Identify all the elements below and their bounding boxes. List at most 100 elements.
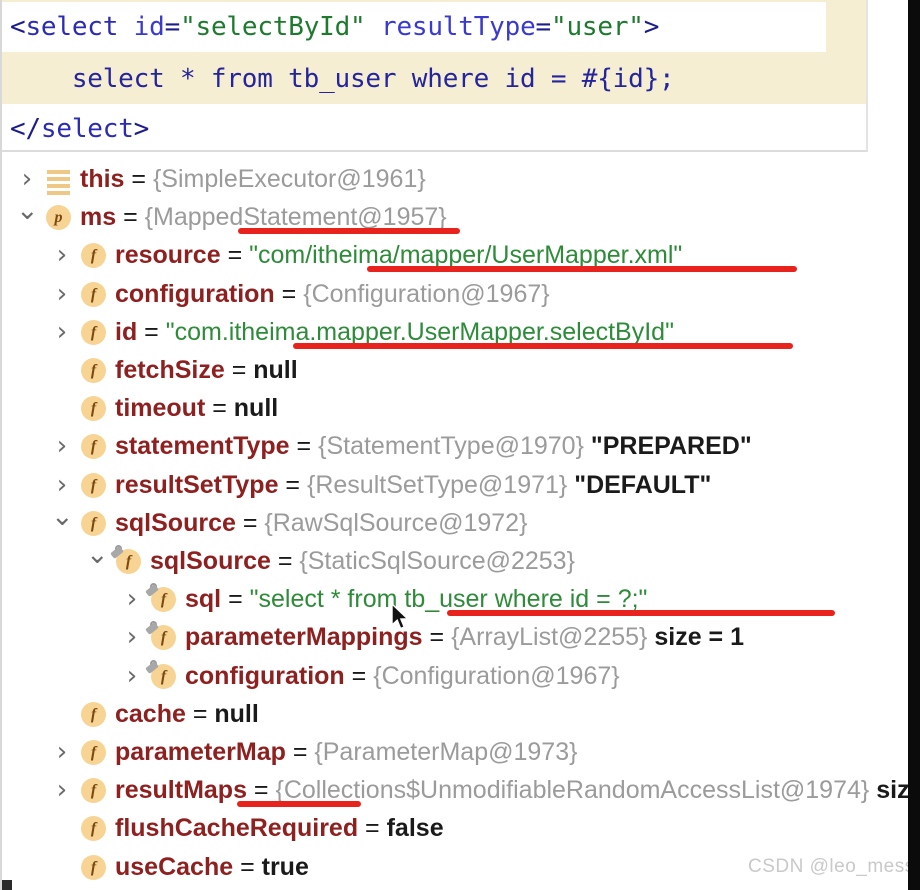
field-icon: f (81, 701, 106, 727)
field-icon: f (81, 816, 106, 842)
tree-row[interactable]: › f configuration = {Configuration@1967} (4, 275, 908, 313)
field-icon: f (81, 434, 106, 460)
variable-name: timeout (115, 394, 206, 423)
variable-value: true (261, 852, 309, 881)
tree-row[interactable]: f cache = null (4, 695, 908, 733)
tree-row[interactable]: › f parameterMappings = {ArrayList@2255} s… (4, 618, 908, 656)
tree-row-label: timeout = null (115, 389, 278, 427)
equals-sign: = (205, 394, 234, 423)
chevron-right-icon[interactable]: › (16, 160, 38, 198)
chevron-right-icon[interactable]: › (121, 618, 143, 656)
variable-type: {ArrayList@2255} (451, 623, 648, 652)
equals-sign: = (289, 432, 319, 461)
code-token-punct: < (10, 12, 26, 42)
field-icon: f (81, 778, 106, 804)
tree-row[interactable]: › this = {SimpleExecutor@1961} (4, 160, 908, 198)
code-token-punct (118, 12, 133, 42)
csdn-watermark: CSDN @leo_messi94 (748, 856, 920, 877)
variable-name: resultSetType (115, 470, 279, 499)
variable-name: resource (115, 241, 221, 270)
equals-sign: = (224, 356, 254, 384)
tree-row[interactable]: › f resource = "com/itheima/mapper/UserMap… (4, 236, 908, 274)
tree-row[interactable]: f timeout = null (4, 389, 908, 427)
red-annotation-underline (238, 228, 460, 235)
red-annotation-underline (293, 342, 793, 349)
tree-row[interactable]: ⌄ p ms = {MappedStatement@1957} (4, 197, 908, 236)
tree-row-label: configuration = {Configuration@1967} (115, 275, 550, 313)
chevron-down-icon[interactable]: ⌄ (16, 197, 39, 236)
tree-row[interactable]: ⌄ f sqlSource = {StaticSqlSource@2253} (4, 541, 908, 580)
variable-name: ms (80, 203, 117, 232)
equals-sign: = (221, 585, 250, 614)
equals-sign: = (344, 661, 374, 690)
equals-sign: = (358, 814, 387, 843)
variable-value: "com/itheima/mapper/UserMapper.xml" (249, 241, 683, 270)
field-icon: f (81, 472, 106, 498)
variable-value: "PREPARED" (590, 432, 752, 461)
lock-badge-icon (145, 621, 159, 636)
code-line-3[interactable]: </select> (10, 104, 149, 150)
code-token-attr: id (133, 12, 165, 42)
chevron-right-icon[interactable]: › (51, 733, 73, 771)
tree-row-label: statementType = {StatementType@1970} "PR… (115, 427, 752, 465)
chevron-right-icon[interactable]: › (51, 427, 73, 465)
tree-row[interactable]: › f resultMaps = {Collections$Unmodifiable… (4, 771, 920, 809)
tree-row[interactable]: › f parameterMap = {ParameterMap@1973} (4, 733, 908, 771)
lock-badge-icon (110, 545, 124, 559)
debugger-variables-tree[interactable]: › this = {SimpleExecutor@1961} ⌄ p ms = {Map… (4, 160, 920, 890)
variable-name: parameterMappings (185, 623, 423, 652)
bottom-left-nub (2, 880, 12, 890)
equals-sign: = (285, 738, 315, 766)
variable-type: {Configuration@1967} (303, 279, 550, 308)
chevron-down-icon[interactable]: ⌄ (51, 503, 74, 542)
equals-sign: = (220, 241, 250, 270)
tree-row[interactable]: › f statementType = {StatementType@1970} "… (4, 427, 908, 465)
equals-sign: = (137, 317, 166, 346)
equals-sign: = (278, 470, 307, 499)
chevron-right-icon[interactable]: › (51, 275, 73, 313)
variable-name: sqlSource (115, 508, 236, 537)
field-icon: f (81, 281, 106, 307)
code-token-punct: </ (10, 114, 41, 144)
tree-row[interactable]: ⌄ f sqlSource = {RawSqlSource@1972} (4, 503, 908, 542)
code-token-tag: select (40, 114, 134, 144)
code-line-2[interactable]: select * from tb_user where id = #{id}; (10, 54, 675, 104)
lock-badge-icon (145, 583, 159, 598)
collection-size: size = 1 (654, 623, 744, 652)
xml-code-panel[interactable]: <select id="selectById" resultType="user… (2, 0, 868, 152)
field-icon: f (145, 621, 176, 651)
field-icon: f (145, 659, 176, 689)
chevron-right-icon[interactable]: › (121, 580, 143, 618)
screenshot-root: <select id="selectById" resultType="user… (0, 0, 920, 890)
variable-value: "com.itheima.mapper.UserMapper.selectByI… (165, 317, 674, 346)
field-icon: f (81, 358, 106, 383)
chevron-right-icon[interactable]: › (121, 657, 143, 695)
red-annotation-underline (367, 266, 797, 273)
field-icon: f (110, 545, 141, 574)
equals-sign: = (235, 508, 265, 537)
chevron-down-icon[interactable]: ⌄ (86, 541, 109, 580)
variable-value: null (214, 699, 259, 728)
variable-type: {StatementType@1970} (318, 432, 584, 461)
tree-row[interactable]: › f configuration = {Configuration@1967} (4, 657, 908, 695)
field-icon: f (81, 319, 106, 345)
tree-row-label: resultMaps = {Collections$UnmodifiableRa… (115, 771, 920, 809)
variable-name: configuration (185, 661, 345, 690)
code-token-attr: resultType (380, 12, 536, 42)
tree-row[interactable]: › f id = "com.itheima.mapper.UserMapper.se… (4, 313, 908, 351)
chevron-right-icon[interactable]: › (51, 313, 73, 351)
chevron-right-icon[interactable]: › (51, 236, 73, 274)
chevron-right-icon[interactable]: › (51, 771, 73, 809)
tree-row[interactable]: › f resultSetType = {ResultSetType@1971} "… (4, 466, 908, 504)
tree-row[interactable]: f fetchSize = null (4, 351, 908, 389)
field-icon: f (81, 510, 106, 536)
tree-row[interactable]: › f sql = "select * from tb_user where id … (4, 580, 908, 618)
equals-sign: = (124, 165, 153, 193)
code-line-1[interactable]: <select id="selectById" resultType="user… (10, 2, 659, 52)
equals-sign: = (422, 623, 452, 652)
tree-row[interactable]: f flushCacheRequired = false (4, 809, 908, 847)
right-edge-strip (908, 0, 920, 890)
variable-type: {SimpleExecutor@1961} (152, 165, 426, 193)
code-token-punct (366, 12, 381, 42)
chevron-right-icon[interactable]: › (51, 466, 73, 504)
